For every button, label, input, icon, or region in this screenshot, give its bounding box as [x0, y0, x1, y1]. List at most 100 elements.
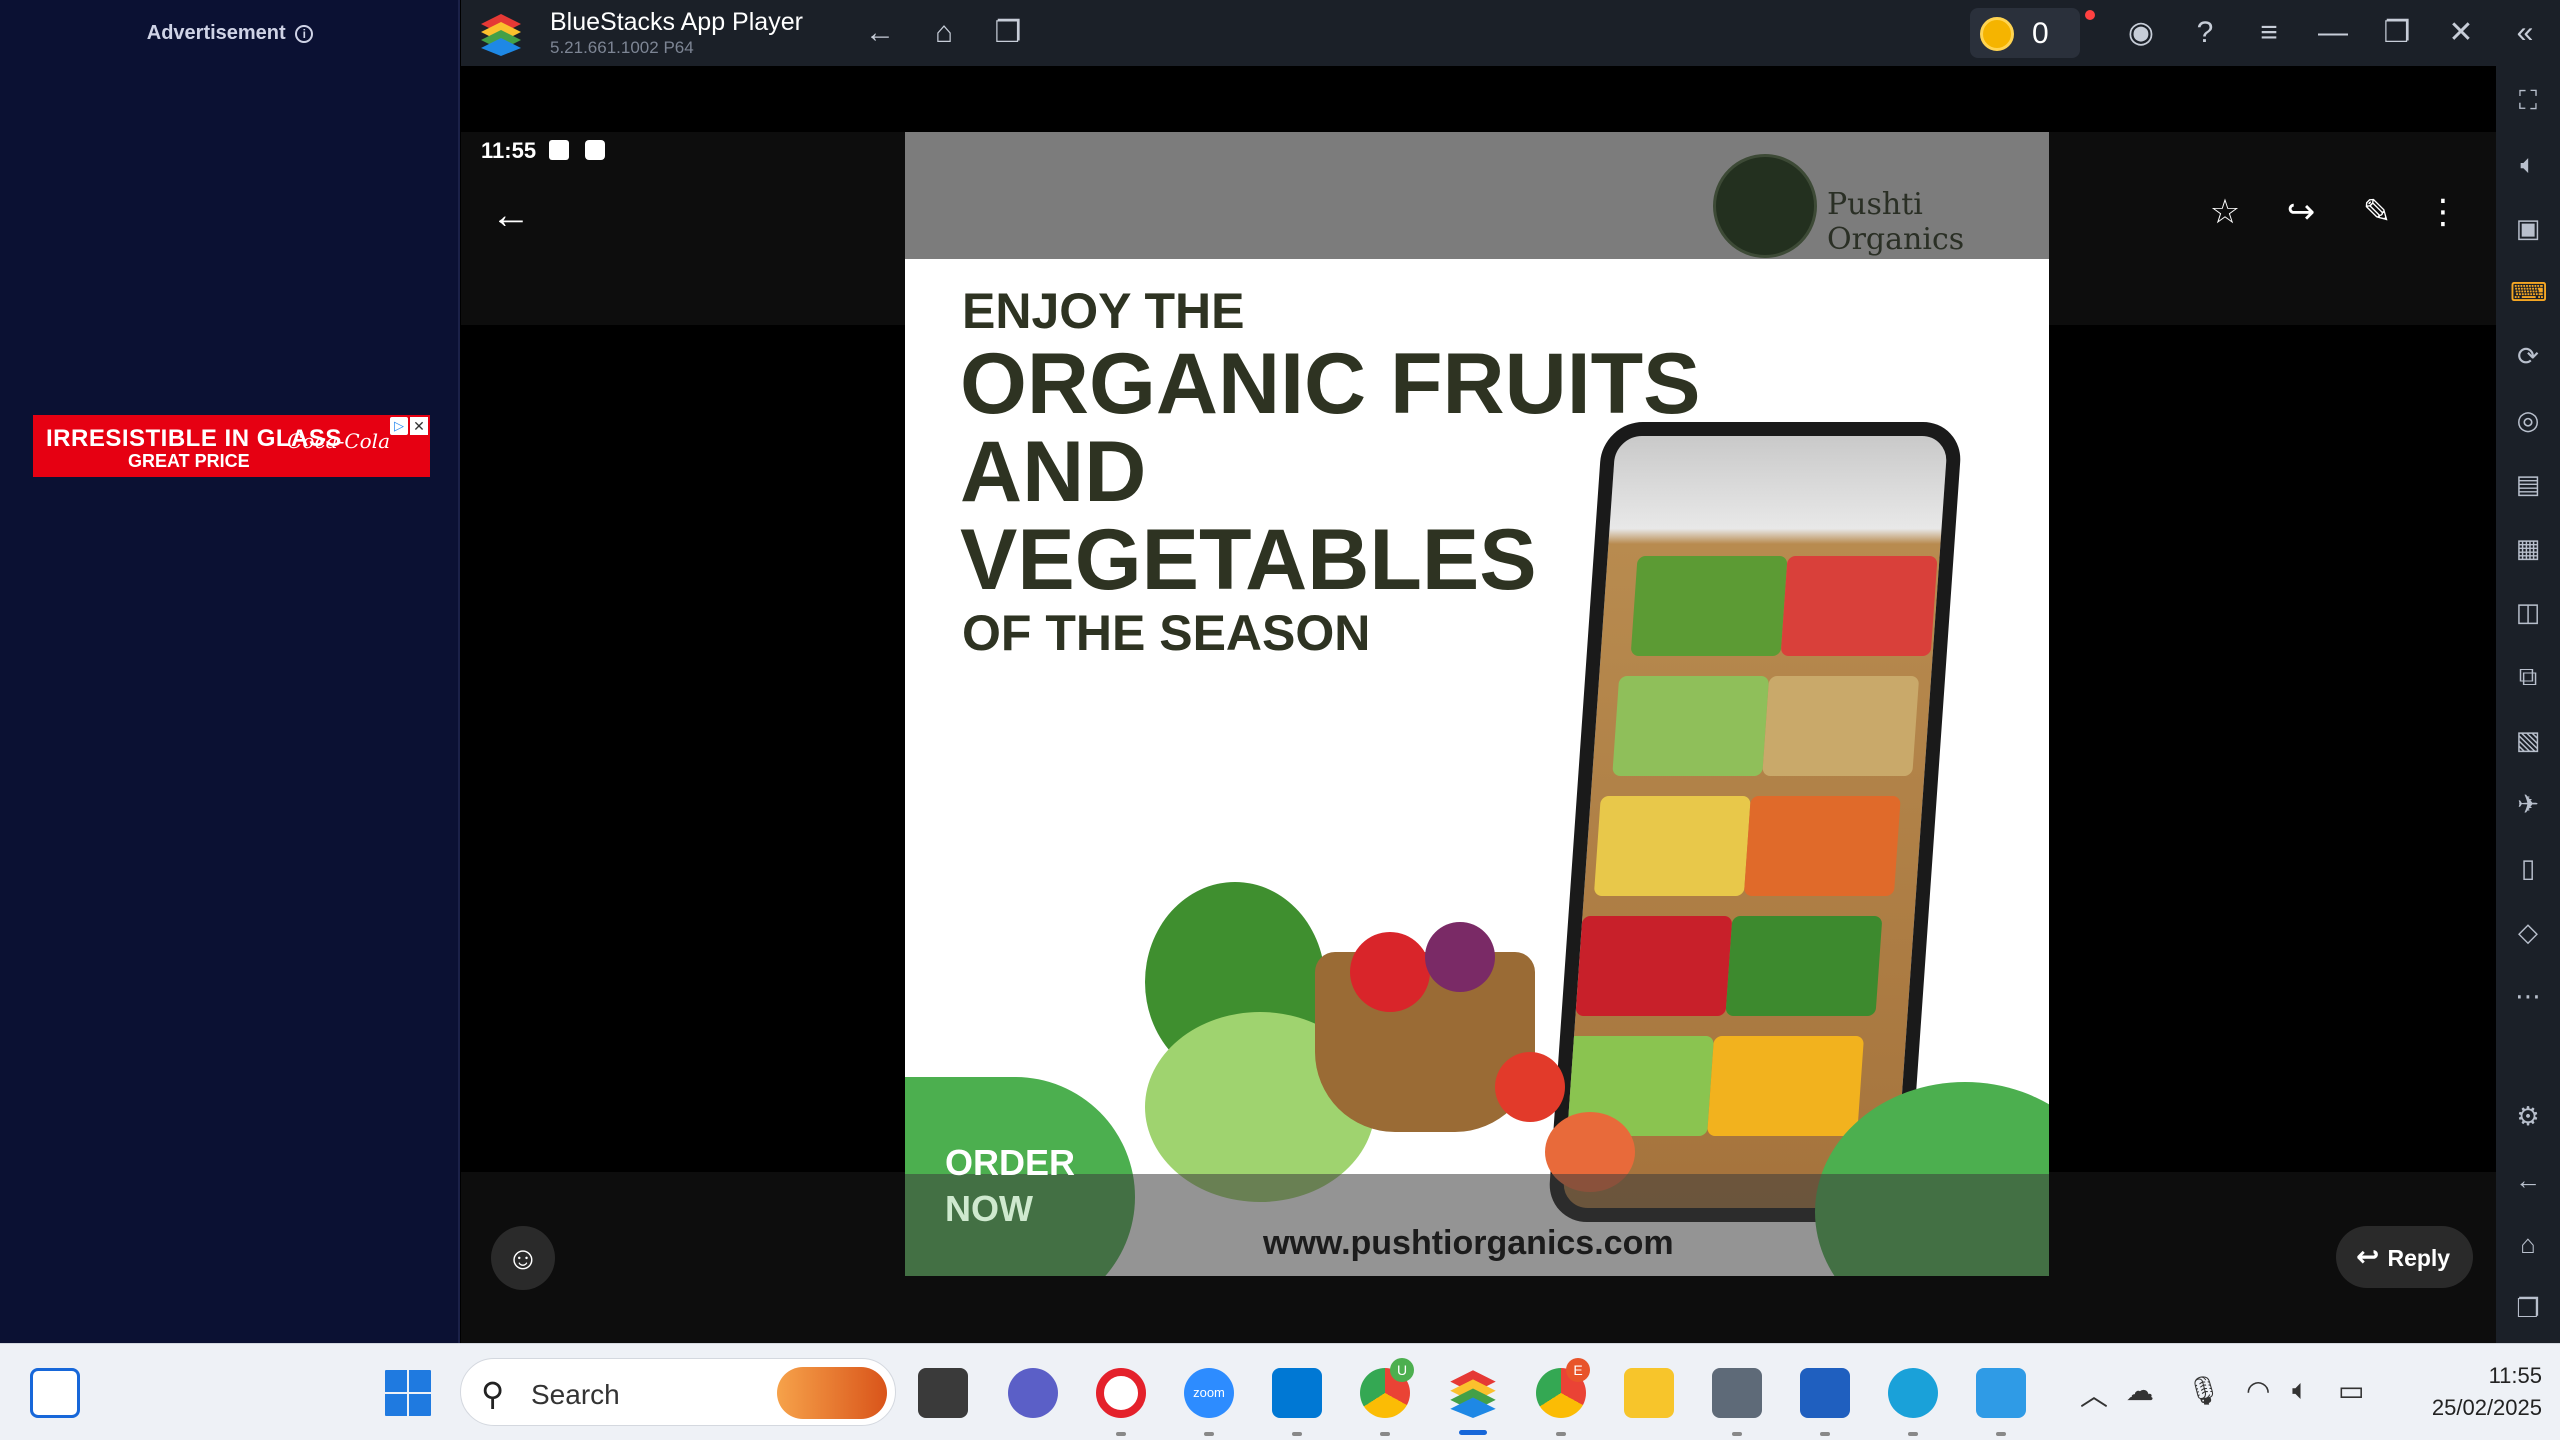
performance-icon[interactable]: ▤: [2510, 466, 2546, 502]
poster-line5: OF THE SEASON: [962, 605, 1371, 661]
chrome-profile-e-badge: E: [1566, 1358, 1590, 1382]
install-apk-icon[interactable]: ▦: [2510, 530, 2546, 566]
airplane-icon[interactable]: ✈: [2510, 786, 2546, 822]
tomato-illustration: [1350, 932, 1430, 1012]
ad-close-icon[interactable]: ✕: [410, 417, 428, 435]
home-icon[interactable]: ⌂: [925, 14, 963, 52]
forward-icon[interactable]: ↪: [2279, 192, 2323, 232]
bluestacks-sidebar: ⛶ 🔈︎ ▣ ⌨ ⟳ ◎ ▤ ▦ ◫ ⧉ ▧ ✈ ▯ ◇ ⋯ ⚙ ← ⌂ ❐: [2496, 66, 2560, 1343]
clock-time: 11:55: [2488, 1363, 2542, 1388]
camera-icon[interactable]: [1712, 1368, 1762, 1418]
more-options-icon[interactable]: ⋮: [2421, 192, 2465, 232]
android-recents-icon[interactable]: ❐: [2510, 1290, 2546, 1326]
wifi-icon[interactable]: ◠: [2246, 1374, 2270, 1407]
viewer-back-icon[interactable]: ←: [491, 193, 531, 238]
more-icon[interactable]: ⋯: [2510, 978, 2546, 1014]
ad-banner-subline: GREAT PRICE: [128, 451, 250, 471]
running-indicator: [1204, 1432, 1214, 1436]
teams-icon[interactable]: [1008, 1368, 1058, 1418]
system-clock[interactable]: 11:55 25/02/2025: [2432, 1360, 2542, 1424]
running-indicator: [1820, 1432, 1830, 1436]
microphone-icon[interactable]: 🎙︎: [2186, 1374, 2222, 1407]
taskbar-search[interactable]: ⚲ Search: [460, 1358, 896, 1426]
rotate-icon[interactable]: ◇: [2510, 914, 2546, 950]
coin-count: 0: [2032, 17, 2049, 50]
ad-label-text: Advertisement: [146, 22, 286, 44]
poster-line2: ORGANIC FRUITS: [960, 336, 1701, 432]
photos-icon[interactable]: [1976, 1368, 2026, 1418]
screenshot-icon[interactable]: ◫: [2510, 594, 2546, 630]
store-icon[interactable]: [1800, 1368, 1850, 1418]
sd-card-icon: [585, 140, 605, 160]
account-icon[interactable]: ◉: [2122, 14, 2160, 52]
running-indicator: [1908, 1432, 1918, 1436]
status-time: 11:55: [481, 138, 537, 163]
recent-apps-icon[interactable]: ❐: [989, 14, 1027, 52]
emoji-reaction-icon[interactable]: ☺: [491, 1226, 555, 1290]
coin-icon: [1980, 17, 2014, 51]
zoom-icon[interactable]: zoom: [1184, 1368, 1234, 1418]
produce-crate: [1725, 916, 1883, 1016]
android-back-icon[interactable]: ←: [2510, 1162, 2546, 1198]
collapse-sidebar-icon[interactable]: «: [2506, 14, 2544, 52]
minimize-icon[interactable]: —: [2314, 14, 2352, 52]
start-icon[interactable]: [383, 1368, 433, 1418]
ad-brand-logo: Coca-Cola: [287, 429, 390, 453]
produce-crate: [1743, 796, 1901, 896]
running-indicator: [1116, 1432, 1126, 1436]
chrome-profile-u-badge: U: [1390, 1358, 1414, 1382]
back-icon[interactable]: ←: [861, 14, 899, 52]
a-status-icon: [549, 140, 569, 160]
ad-choices-icon[interactable]: ▷: [390, 417, 408, 435]
keyboard-controls-icon[interactable]: ⌨: [2510, 274, 2548, 310]
onedrive-icon[interactable]: ☁: [2126, 1374, 2154, 1407]
tomato-illustration: [1495, 1052, 1565, 1122]
media-folder-icon[interactable]: ▧: [2510, 722, 2546, 758]
multi-instance-icon[interactable]: ▯: [2510, 850, 2546, 886]
bluestacks-titlebar: BlueStacks App Player 5.21.661.1002 P64 …: [461, 0, 2560, 66]
settings-icon[interactable]: ⚙: [2510, 1098, 2546, 1134]
search-placeholder: Search: [531, 1379, 620, 1410]
bluestacks-logo-icon: [481, 14, 521, 56]
battery-icon[interactable]: ▭: [2338, 1374, 2364, 1407]
app-title: BlueStacks App Player: [550, 8, 803, 36]
record-icon[interactable]: ⧉: [2510, 658, 2546, 694]
reply-button[interactable]: ↩ Reply: [2336, 1226, 2473, 1288]
poster-line3: AND: [960, 424, 1147, 520]
reply-label: Reply: [2387, 1245, 2451, 1271]
info-icon[interactable]: i: [295, 24, 314, 43]
menu-icon[interactable]: ≡: [2250, 14, 2288, 52]
volume-icon[interactable]: 🔈︎: [2510, 146, 2546, 182]
vscode-icon[interactable]: [1272, 1368, 1322, 1418]
sync-icon[interactable]: ◎: [2510, 402, 2546, 438]
fullscreen-icon[interactable]: ⛶: [2510, 82, 2546, 118]
reply-arrow-icon: ↩: [2356, 1241, 2380, 1272]
active-app-indicator: [1459, 1430, 1487, 1435]
show-hidden-icons-icon[interactable]: ︿: [2080, 1374, 2108, 1414]
bluestacks-points[interactable]: 0: [1970, 8, 2080, 58]
bluestacks-taskbar-icon[interactable]: [1448, 1368, 1498, 1418]
task-view-icon[interactable]: [918, 1368, 968, 1418]
widgets-icon[interactable]: [30, 1368, 80, 1418]
windows-taskbar: ⚲ Search zoom U E ︿ ☁ 🎙︎ ◠ 🔈︎ ▭ 11:55 25…: [0, 1343, 2560, 1440]
opera-icon[interactable]: [1096, 1368, 1146, 1418]
file-explorer-icon[interactable]: [1624, 1368, 1674, 1418]
help-icon[interactable]: ?: [2186, 14, 2224, 52]
close-icon[interactable]: ✕: [2442, 14, 2480, 52]
running-indicator: [1732, 1432, 1742, 1436]
onion-illustration: [1425, 922, 1495, 992]
search-highlight-art: [777, 1367, 887, 1419]
produce-crate: [1593, 796, 1751, 896]
restore-icon[interactable]: ❐: [2378, 14, 2416, 52]
edge-icon[interactable]: [1888, 1368, 1938, 1418]
macro-icon[interactable]: ⟳: [2510, 338, 2546, 374]
media-icon[interactable]: ▣: [2510, 210, 2546, 246]
speaker-icon[interactable]: 🔈︎: [2292, 1374, 2309, 1407]
produce-crate: [1707, 1036, 1865, 1136]
android-home-icon[interactable]: ⌂: [2510, 1226, 2546, 1262]
running-indicator: [1292, 1432, 1302, 1436]
star-icon[interactable]: ☆: [2203, 192, 2247, 232]
ad-label: Advertisement i: [0, 22, 460, 45]
ad-banner[interactable]: IRRESISTIBLE IN GLASS GREAT PRICE Coca-C…: [33, 415, 430, 477]
edit-icon[interactable]: ✎: [2355, 192, 2399, 232]
